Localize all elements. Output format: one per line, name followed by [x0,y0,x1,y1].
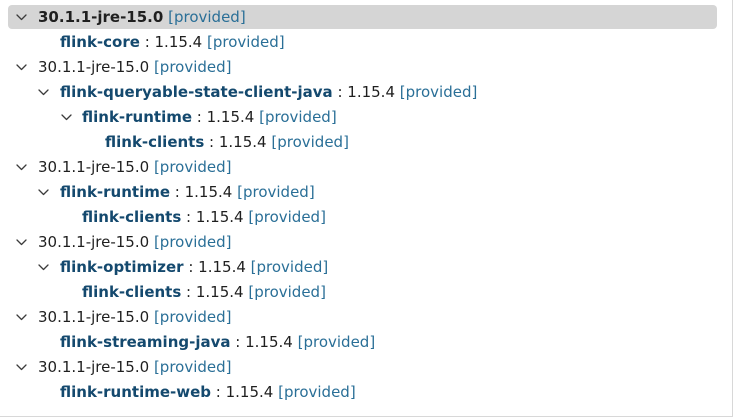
separator: : [211,383,226,401]
tree-node-label: 30.1.1-jre-15.0 [provided] [38,5,246,30]
chevron-down-icon[interactable] [14,5,28,30]
version-name: 30.1.1-jre-15.0 [38,358,150,376]
scope-badge: [provided] [248,208,326,226]
scope-badge: [provided] [297,333,376,351]
dependency-tree-panel: 30.1.1-jre-15.0 [provided] flink-core : 1… [0,0,733,417]
artifact-name: flink-queryable-state-client-java [60,83,333,101]
tree-node-version[interactable]: 30.1.1-jre-15.0 [provided] [0,305,733,330]
tree-node-label: flink-optimizer : 1.15.4 [provided] [60,255,328,280]
scope-badge: [provided] [237,183,315,201]
tree-node-version[interactable]: 30.1.1-jre-15.0 [provided] [0,355,733,380]
tree-node-label: flink-runtime-web : 1.15.4 [provided] [60,380,356,405]
tree-node-version[interactable]: 30.1.1-jre-15.0 [provided] [0,55,733,80]
version-name: 30.1.1-jre-15.0 [38,308,150,326]
artifact-name: flink-runtime-web [60,383,212,401]
scope-badge: [provided] [153,308,232,326]
tree-node-label: 30.1.1-jre-15.0 [provided] [38,355,232,380]
tree-node-label: flink-runtime : 1.15.4 [provided] [60,180,315,205]
version-name: 30.1.1-jre-15.0 [38,233,150,251]
artifact-name: flink-clients [82,208,182,226]
tree-node-label: flink-streaming-java : 1.15.4 [provided] [60,330,375,355]
chevron-down-icon[interactable] [36,255,50,280]
tree-node-artifact[interactable]: flink-core : 1.15.4 [provided] [0,30,733,55]
artifact-version: 1.15.4 [184,183,233,201]
separator: : [192,108,207,126]
tree-node-label: flink-clients : 1.15.4 [provided] [82,280,326,305]
tree-node-label: flink-clients : 1.15.4 [provided] [105,130,349,155]
artifact-name: flink-clients [105,133,205,151]
tree-node-label: 30.1.1-jre-15.0 [provided] [38,230,232,255]
tree-node-label: 30.1.1-jre-15.0 [provided] [38,305,232,330]
tree-node-artifact[interactable]: flink-clients : 1.15.4 [provided] [0,130,733,155]
tree-node-artifact[interactable]: flink-streaming-java : 1.15.4 [provided] [0,330,733,355]
chevron-down-icon[interactable] [14,230,28,255]
artifact-version: 1.15.4 [347,83,395,101]
tree-node-artifact[interactable]: flink-clients : 1.15.4 [provided] [0,205,733,230]
tree-node-label: 30.1.1-jre-15.0 [provided] [38,155,232,180]
scope-badge: [provided] [248,283,326,301]
artifact-name: flink-streaming-java [60,333,231,351]
scope-badge: [provided] [168,8,246,26]
scope-badge: [provided] [259,108,337,126]
chevron-down-icon[interactable] [59,105,73,130]
scope-badge: [provided] [153,233,232,251]
chevron-down-icon[interactable] [14,155,28,180]
tree-node-artifact[interactable]: flink-optimizer : 1.15.4 [provided] [0,255,733,280]
artifact-name: flink-clients [82,283,182,301]
chevron-down-icon[interactable] [14,355,28,380]
chevron-down-icon[interactable] [36,180,50,205]
artifact-version: 1.15.4 [218,133,267,151]
dependency-tree: 30.1.1-jre-15.0 [provided] flink-core : 1… [0,5,733,405]
tree-node-version[interactable]: 30.1.1-jre-15.0 [provided] [0,155,733,180]
separator: : [139,33,155,51]
tree-node-version[interactable]: 30.1.1-jre-15.0 [provided] [0,230,733,255]
version-name: 30.1.1-jre-15.0 [38,158,150,176]
separator: : [230,333,246,351]
artifact-version: 1.15.4 [154,33,203,51]
version-name: 30.1.1-jre-15.0 [38,8,164,26]
tree-node-label: flink-clients : 1.15.4 [provided] [82,205,326,230]
tree-node-artifact[interactable]: flink-runtime : 1.15.4 [provided] [0,180,733,205]
scope-badge: [provided] [278,383,356,401]
separator: : [183,258,199,276]
separator: : [181,283,196,301]
chevron-down-icon[interactable] [14,305,28,330]
scope-badge: [provided] [153,358,232,376]
scope-badge: [provided] [207,33,285,51]
artifact-name: flink-runtime [60,183,171,201]
tree-node-version[interactable]: 30.1.1-jre-15.0 [provided] [0,5,733,30]
separator: : [332,83,348,101]
chevron-down-icon[interactable] [36,80,50,105]
artifact-version: 1.15.4 [206,108,255,126]
tree-node-artifact[interactable]: flink-queryable-state-client-java : 1.15… [0,80,733,105]
artifact-name: flink-runtime [82,108,193,126]
tree-node-label: flink-core : 1.15.4 [provided] [60,30,285,55]
separator: : [181,208,196,226]
scope-badge: [provided] [250,258,329,276]
separator: : [204,133,219,151]
artifact-version: 1.15.4 [195,208,244,226]
scope-badge: [provided] [271,133,349,151]
separator: : [170,183,185,201]
artifact-name: flink-core [60,33,140,51]
artifact-version: 1.15.4 [225,383,274,401]
artifact-version: 1.15.4 [195,283,244,301]
artifact-name: flink-optimizer [60,258,184,276]
artifact-version: 1.15.4 [198,258,246,276]
chevron-down-icon[interactable] [14,55,28,80]
scope-badge: [provided] [153,58,232,76]
version-name: 30.1.1-jre-15.0 [38,58,150,76]
tree-node-artifact[interactable]: flink-clients : 1.15.4 [provided] [0,280,733,305]
tree-node-label: flink-queryable-state-client-java : 1.15… [60,80,477,105]
tree-node-artifact[interactable]: flink-runtime : 1.15.4 [provided] [0,105,733,130]
tree-node-label: 30.1.1-jre-15.0 [provided] [38,55,232,80]
tree-node-artifact[interactable]: flink-runtime-web : 1.15.4 [provided] [0,380,733,405]
scope-badge: [provided] [399,83,478,101]
tree-node-label: flink-runtime : 1.15.4 [provided] [82,105,337,130]
artifact-version: 1.15.4 [245,333,293,351]
scope-badge: [provided] [153,158,232,176]
